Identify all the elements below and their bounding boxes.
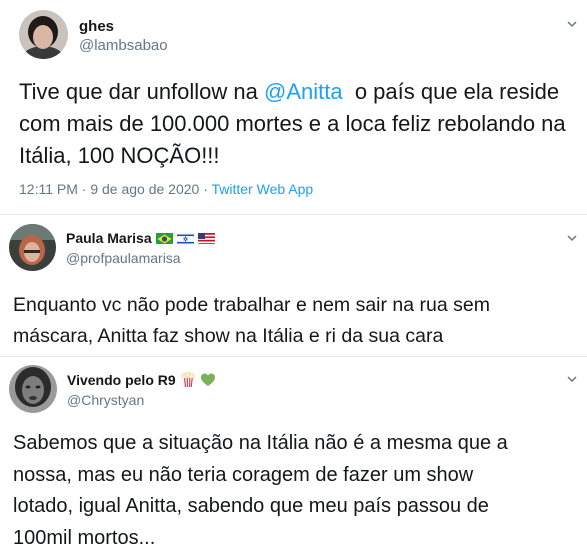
- avatar-image: [9, 224, 56, 271]
- popcorn-icon: [181, 372, 195, 388]
- chevron-down-icon[interactable]: [566, 18, 578, 30]
- mention-link[interactable]: @Anitta: [264, 79, 343, 104]
- chevron-down-icon[interactable]: [566, 232, 578, 244]
- avatar[interactable]: [9, 365, 57, 413]
- tweet-text: Tive que dar unfollow na @Anitta o país …: [19, 79, 566, 168]
- avatar-image: [19, 10, 68, 59]
- user-handle[interactable]: @profpaulamarisa: [66, 250, 181, 266]
- israel-flag: [176, 232, 194, 244]
- chevron-down-icon[interactable]: [566, 373, 578, 385]
- tweet-text: Sabemos que a situação na Itália não é a…: [13, 432, 508, 549]
- display-name[interactable]: Paula Marisa: [66, 230, 215, 246]
- display-name[interactable]: ghes: [79, 18, 114, 35]
- display-name[interactable]: Vivendo pelo R9: [67, 372, 216, 388]
- tweet-3: Vivendo pelo R9 @Chrystyan Sabemos que a…: [0, 357, 587, 551]
- tweet-text: Enquanto vc não pode trabalhar e nem sai…: [13, 294, 490, 347]
- user-handle[interactable]: @lambsabao: [79, 37, 168, 54]
- tweet-2: Paula Marisa @profpaulamarisa Enquanto v…: [0, 215, 587, 355]
- tweet-1: ghes @lambsabao Tive que dar unfollow na…: [0, 0, 587, 210]
- avatar-image: [9, 365, 57, 413]
- avatar[interactable]: [9, 224, 56, 271]
- brazil-flag: [155, 232, 173, 244]
- avatar[interactable]: [19, 10, 68, 59]
- user-handle[interactable]: @Chrystyan: [67, 392, 144, 408]
- tweet-meta: 12:11 PM · 9 de ago de 2020 · Twitter We…: [19, 181, 313, 197]
- green-heart-icon: [200, 373, 215, 386]
- usa-flag: [197, 232, 215, 244]
- source-link[interactable]: Twitter Web App: [212, 181, 314, 197]
- timestamp[interactable]: 12:11 PM · 9 de ago de 2020 ·: [19, 181, 212, 197]
